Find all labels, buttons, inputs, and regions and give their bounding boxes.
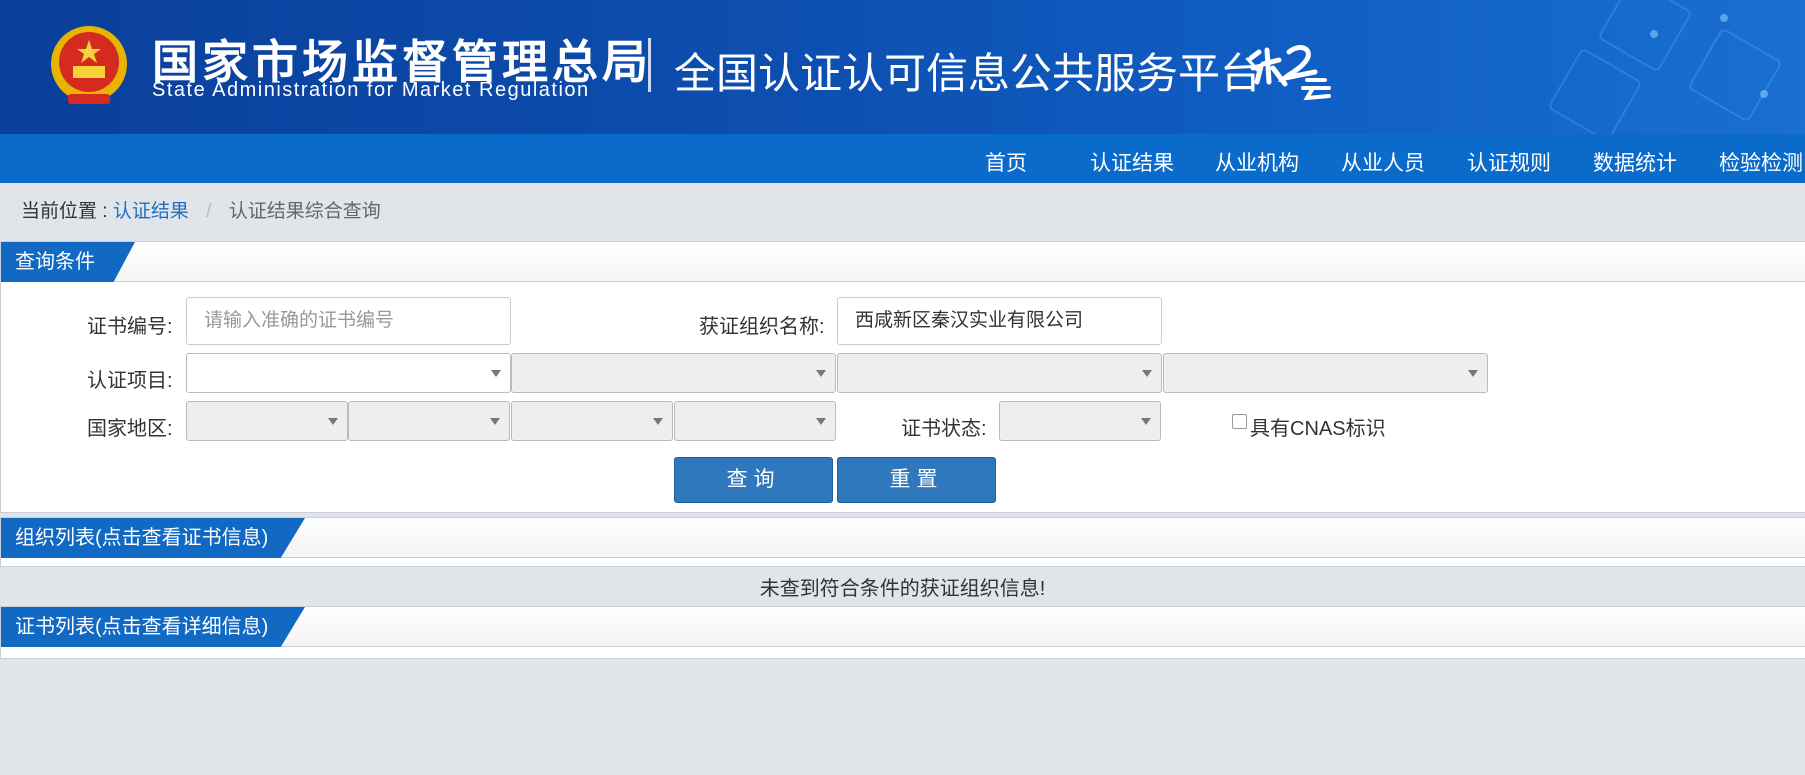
breadcrumb-prefix: 当前位置 : <box>21 201 108 222</box>
national-emblem-icon <box>51 26 127 104</box>
query-panel-title: 查询条件 <box>1 242 135 282</box>
nav-item-rules[interactable]: 认证规则 <box>1467 147 1551 177</box>
cert-list-header: 证书列表(点击查看详细信息) <box>1 607 1805 647</box>
platform-logo-icon <box>1248 45 1331 100</box>
project-label: 认证项目: <box>87 370 173 392</box>
decor-hex <box>1687 27 1783 123</box>
chevron-down-icon <box>816 418 826 425</box>
breadcrumb-current: 认证结果综合查询 <box>228 201 381 222</box>
status-label: 证书状态: <box>901 418 987 440</box>
chevron-down-icon <box>1141 418 1151 425</box>
org-name-label: 获证组织名称: <box>699 316 825 338</box>
project-select-2[interactable] <box>511 353 836 393</box>
region-select-3[interactable] <box>511 401 673 441</box>
cert-list-title: 证书列表(点击查看详细信息) <box>1 607 305 647</box>
region-select-4[interactable] <box>674 401 836 441</box>
org-list-title: 组织列表(点击查看证书信息) <box>1 518 305 558</box>
region-label: 国家地区: <box>87 418 173 440</box>
org-name-input[interactable]: 西咸新区秦汉实业有限公司 <box>837 297 1162 345</box>
cnas-label: 具有CNAS标识 <box>1250 418 1386 440</box>
cert-list-panel: 证书列表(点击查看详细信息) <box>0 606 1805 659</box>
chevron-down-icon <box>1468 370 1478 377</box>
query-panel: 查询条件 证书编号: 请输入准确的证书编号 获证组织名称: 西咸新区秦汉实业有限… <box>0 241 1805 513</box>
title-divider <box>648 38 651 92</box>
decor-hex <box>1597 0 1693 73</box>
chevron-down-icon <box>491 370 501 377</box>
chevron-down-icon <box>490 418 500 425</box>
decor-hex <box>1547 47 1643 134</box>
chevron-down-icon <box>816 370 826 377</box>
agency-name-en: State Administration for Market Regulati… <box>152 79 590 101</box>
nav-item-institutions[interactable]: 从业机构 <box>1215 147 1299 177</box>
decor-dot <box>1760 90 1768 98</box>
site-header: 国家市场监督管理总局 State Administration for Mark… <box>0 0 1805 134</box>
region-select-2[interactable] <box>348 401 510 441</box>
nav-item-home[interactable]: 首页 <box>985 147 1027 177</box>
breadcrumb: 当前位置 : 认证结果 / 认证结果综合查询 <box>21 196 381 223</box>
main-nav: 首页 认证结果 从业机构 从业人员 认证规则 数据统计 检验检测 <box>0 134 1805 183</box>
chevron-down-icon <box>653 418 663 425</box>
project-select-1[interactable] <box>186 353 511 393</box>
empty-result-message: 未查到符合条件的获证组织信息! <box>759 578 1046 600</box>
nav-item-personnel[interactable]: 从业人员 <box>1341 147 1425 177</box>
query-panel-header: 查询条件 <box>1 242 1805 282</box>
nav-item-statistics[interactable]: 数据统计 <box>1593 147 1677 177</box>
reset-button[interactable]: 重置 <box>837 457 996 503</box>
cert-no-input[interactable]: 请输入准确的证书编号 <box>186 297 511 345</box>
search-button[interactable]: 查询 <box>674 457 833 503</box>
project-select-4[interactable] <box>1163 353 1488 393</box>
chevron-down-icon <box>1142 370 1152 377</box>
nav-item-results[interactable]: 认证结果 <box>1090 147 1174 177</box>
decor-dot <box>1650 30 1658 38</box>
cnas-checkbox[interactable] <box>1232 414 1247 429</box>
org-list-panel: 组织列表(点击查看证书信息) <box>0 517 1805 567</box>
status-select[interactable] <box>999 401 1161 441</box>
platform-title: 全国认证认可信息公共服务平台 <box>674 50 1263 97</box>
cert-no-label: 证书编号: <box>87 316 173 338</box>
breadcrumb-separator: / <box>206 201 212 222</box>
region-select-1[interactable] <box>186 401 348 441</box>
nav-item-inspection[interactable]: 检验检测 <box>1719 147 1803 177</box>
breadcrumb-link-results[interactable]: 认证结果 <box>113 201 189 222</box>
project-select-3[interactable] <box>837 353 1162 393</box>
decor-dot <box>1720 14 1728 22</box>
org-list-header: 组织列表(点击查看证书信息) <box>1 518 1805 558</box>
chevron-down-icon <box>328 418 338 425</box>
